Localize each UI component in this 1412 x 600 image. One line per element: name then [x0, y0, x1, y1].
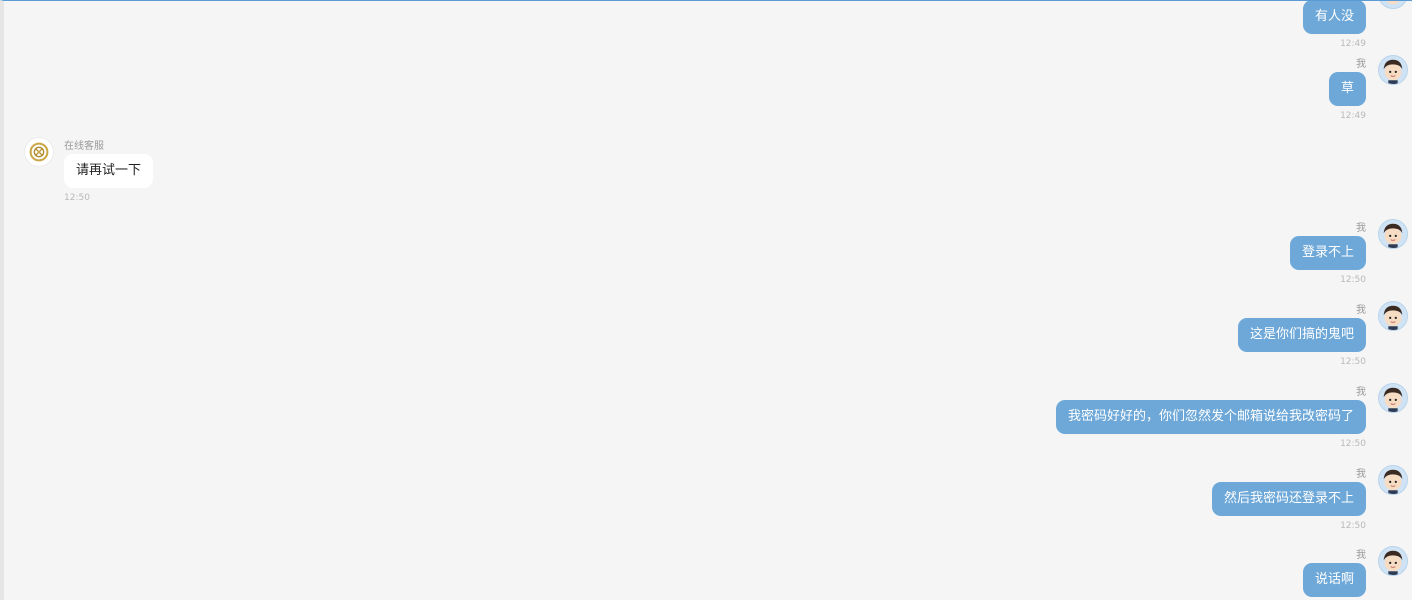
sender-name: 我 — [1356, 223, 1366, 234]
message-time: 12:49 — [1340, 111, 1366, 121]
message-time: 12:50 — [1340, 439, 1366, 449]
message-incoming: 在线客服 请再试一下 12:50 — [4, 137, 604, 217]
message-time: 12:49 — [1340, 39, 1366, 49]
sender-name: 我 — [1356, 469, 1366, 480]
message-outgoing: 我 草 12:49 — [812, 55, 1412, 135]
sender-name: 在线客服 — [64, 141, 104, 152]
message-bubble: 这是你们搞的鬼吧 — [1237, 318, 1366, 352]
message-outgoing: 我 我密码好好的，你们忽然发个邮箱说给我改密码了 12:50 — [812, 383, 1412, 463]
user-avatar[interactable] — [1378, 301, 1408, 331]
message-bubble: 登录不上 — [1289, 236, 1366, 270]
user-avatar[interactable] — [1378, 546, 1408, 576]
sender-name: 我 — [1356, 305, 1366, 316]
message-outgoing: 有人没 12:49 — [812, 1, 1412, 63]
message-time: 12:50 — [1340, 357, 1366, 367]
message-outgoing: 我 这是你们搞的鬼吧 12:50 — [812, 301, 1412, 381]
message-bubble: 我密码好好的，你们忽然发个邮箱说给我改密码了 — [1055, 400, 1366, 434]
message-time: 12:50 — [64, 193, 90, 203]
message-bubble: 有人没 — [1302, 1, 1366, 34]
user-avatar[interactable] — [1378, 55, 1408, 85]
message-bubble: 草 — [1328, 72, 1366, 106]
sender-name: 我 — [1356, 550, 1366, 561]
user-avatar[interactable] — [1378, 1, 1408, 9]
message-bubble: 然后我密码还登录不上 — [1211, 482, 1366, 516]
user-avatar[interactable] — [1378, 219, 1408, 249]
message-time: 12:50 — [1340, 521, 1366, 531]
user-avatar[interactable] — [1378, 383, 1408, 413]
message-bubble: 说话啊 — [1302, 563, 1366, 597]
service-avatar[interactable] — [24, 137, 54, 167]
message-time: 12:50 — [1340, 275, 1366, 285]
chat-message-list[interactable]: 有人没 12:49 我 草 12:49 在线客服 请再试一下 12:50 我 登… — [0, 0, 1412, 600]
sender-name: 我 — [1356, 59, 1366, 70]
message-bubble: 请再试一下 — [64, 154, 154, 188]
message-outgoing: 我 然后我密码还登录不上 12:50 — [812, 465, 1412, 545]
user-avatar[interactable] — [1378, 465, 1408, 495]
message-outgoing: 我 登录不上 12:50 — [812, 219, 1412, 299]
message-outgoing: 我 说话啊 — [812, 546, 1412, 600]
sender-name: 我 — [1356, 387, 1366, 398]
